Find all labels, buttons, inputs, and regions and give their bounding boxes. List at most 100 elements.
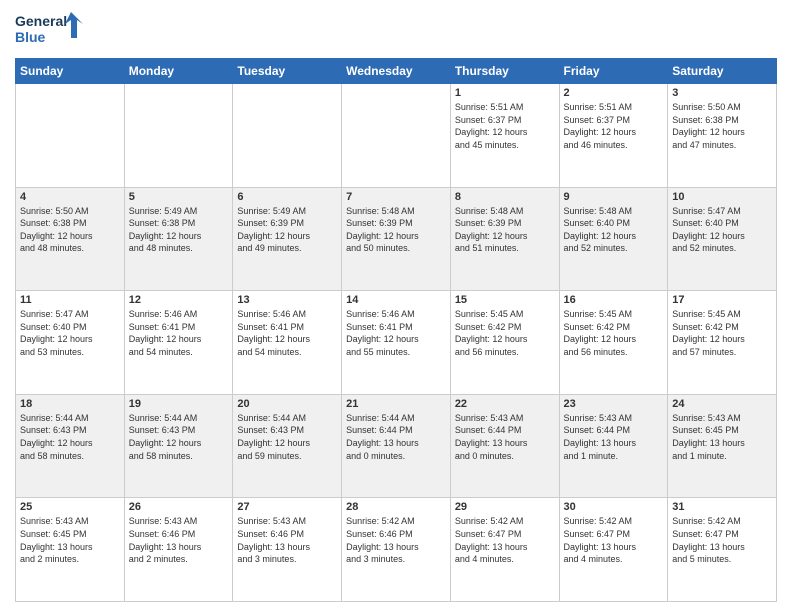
day-info: Sunrise: 5:44 AM Sunset: 6:43 PM Dayligh…	[20, 412, 120, 462]
day-info: Sunrise: 5:48 AM Sunset: 6:40 PM Dayligh…	[564, 205, 664, 255]
calendar-cell: 18 Sunrise: 5:44 AM Sunset: 6:43 PM Dayli…	[16, 394, 125, 498]
calendar-cell: 3Sunrise: 5:50 AM Sunset: 6:38 PM Daylig…	[668, 84, 777, 188]
calendar-cell: 14 Sunrise: 5:46 AM Sunset: 6:41 PM Dayli…	[342, 291, 451, 395]
calendar-cell	[16, 84, 125, 188]
calendar-cell: 22 Sunrise: 5:43 AM Sunset: 6:44 PM Dayli…	[450, 394, 559, 498]
day-header-thursday: Thursday	[450, 59, 559, 84]
day-number: 19	[129, 398, 229, 410]
day-info: Sunrise: 5:48 AM Sunset: 6:39 PM Dayligh…	[346, 205, 446, 255]
calendar-week-4: 18 Sunrise: 5:44 AM Sunset: 6:43 PM Dayli…	[16, 394, 777, 498]
day-info: Sunrise: 5:47 AM Sunset: 6:40 PM Dayligh…	[20, 308, 120, 358]
day-info: Sunrise: 5:50 AM Sunset: 6:38 PM Dayligh…	[20, 205, 120, 255]
calendar-table: SundayMondayTuesdayWednesdayThursdayFrid…	[15, 58, 777, 602]
day-info: Sunrise: 5:47 AM Sunset: 6:40 PM Dayligh…	[672, 205, 772, 255]
day-number: 16	[564, 294, 664, 306]
logo: General Blue	[15, 10, 85, 52]
svg-text:Blue: Blue	[15, 29, 46, 45]
calendar-cell: 12 Sunrise: 5:46 AM Sunset: 6:41 PM Dayli…	[124, 291, 233, 395]
day-info: Sunrise: 5:43 AM Sunset: 6:45 PM Dayligh…	[672, 412, 772, 462]
day-info: Sunrise: 5:45 AM Sunset: 6:42 PM Dayligh…	[672, 308, 772, 358]
day-header-friday: Friday	[559, 59, 668, 84]
calendar-cell: 28 Sunrise: 5:42 AM Sunset: 6:46 PM Dayli…	[342, 498, 451, 602]
day-info: Sunrise: 5:43 AM Sunset: 6:44 PM Dayligh…	[564, 412, 664, 462]
calendar-cell: 4 Sunrise: 5:50 AM Sunset: 6:38 PM Daylig…	[16, 187, 125, 291]
day-number: 1	[455, 87, 555, 99]
day-number: 27	[237, 501, 337, 513]
day-info: Sunrise: 5:51 AM Sunset: 6:37 PM Dayligh…	[455, 101, 555, 151]
day-number: 28	[346, 501, 446, 513]
day-header-sunday: Sunday	[16, 59, 125, 84]
day-number: 15	[455, 294, 555, 306]
calendar-cell: 19Sunrise: 5:44 AM Sunset: 6:43 PM Dayli…	[124, 394, 233, 498]
day-header-wednesday: Wednesday	[342, 59, 451, 84]
day-number: 5	[129, 191, 229, 203]
day-number: 4	[20, 191, 120, 203]
calendar-cell: 25 Sunrise: 5:43 AM Sunset: 6:45 PM Dayli…	[16, 498, 125, 602]
day-header-saturday: Saturday	[668, 59, 777, 84]
day-number: 21	[346, 398, 446, 410]
day-info: Sunrise: 5:46 AM Sunset: 6:41 PM Dayligh…	[346, 308, 446, 358]
generalblue-logo-icon: General Blue	[15, 10, 85, 52]
day-number: 18	[20, 398, 120, 410]
day-info: Sunrise: 5:43 AM Sunset: 6:44 PM Dayligh…	[455, 412, 555, 462]
day-number: 29	[455, 501, 555, 513]
day-info: Sunrise: 5:42 AM Sunset: 6:47 PM Dayligh…	[564, 515, 664, 565]
day-info: Sunrise: 5:42 AM Sunset: 6:46 PM Dayligh…	[346, 515, 446, 565]
day-info: Sunrise: 5:43 AM Sunset: 6:46 PM Dayligh…	[237, 515, 337, 565]
calendar-cell: 10 Sunrise: 5:47 AM Sunset: 6:40 PM Dayli…	[668, 187, 777, 291]
calendar-cell: 2 Sunrise: 5:51 AM Sunset: 6:37 PM Daylig…	[559, 84, 668, 188]
day-number: 14	[346, 294, 446, 306]
day-number: 25	[20, 501, 120, 513]
day-info: Sunrise: 5:46 AM Sunset: 6:41 PM Dayligh…	[237, 308, 337, 358]
day-info: Sunrise: 5:42 AM Sunset: 6:47 PM Dayligh…	[455, 515, 555, 565]
day-number: 13	[237, 294, 337, 306]
calendar-cell: 6 Sunrise: 5:49 AM Sunset: 6:39 PM Daylig…	[233, 187, 342, 291]
day-info: Sunrise: 5:42 AM Sunset: 6:47 PM Dayligh…	[672, 515, 772, 565]
calendar-cell: 30 Sunrise: 5:42 AM Sunset: 6:47 PM Dayli…	[559, 498, 668, 602]
svg-text:General: General	[15, 13, 67, 29]
calendar-cell: 24 Sunrise: 5:43 AM Sunset: 6:45 PM Dayli…	[668, 394, 777, 498]
day-info: Sunrise: 5:46 AM Sunset: 6:41 PM Dayligh…	[129, 308, 229, 358]
calendar-cell: 16 Sunrise: 5:45 AM Sunset: 6:42 PM Dayli…	[559, 291, 668, 395]
day-info: Sunrise: 5:44 AM Sunset: 6:43 PM Dayligh…	[237, 412, 337, 462]
day-number: 8	[455, 191, 555, 203]
day-info: Sunrise: 5:49 AM Sunset: 6:38 PM Dayligh…	[129, 205, 229, 255]
day-info: Sunrise: 5:44 AM Sunset: 6:44 PM Dayligh…	[346, 412, 446, 462]
calendar-cell: 7 Sunrise: 5:48 AM Sunset: 6:39 PM Daylig…	[342, 187, 451, 291]
day-number: 23	[564, 398, 664, 410]
day-number: 9	[564, 191, 664, 203]
calendar-cell: 15 Sunrise: 5:45 AM Sunset: 6:42 PM Dayli…	[450, 291, 559, 395]
page: General Blue SundayMondayTuesdayWednesda…	[0, 0, 792, 612]
calendar-cell: 13 Sunrise: 5:46 AM Sunset: 6:41 PM Dayli…	[233, 291, 342, 395]
calendar-week-5: 25 Sunrise: 5:43 AM Sunset: 6:45 PM Dayli…	[16, 498, 777, 602]
day-info: Sunrise: 5:45 AM Sunset: 6:42 PM Dayligh…	[564, 308, 664, 358]
day-number: 11	[20, 294, 120, 306]
calendar-cell	[124, 84, 233, 188]
day-number: 6	[237, 191, 337, 203]
day-number: 17	[672, 294, 772, 306]
day-info: Sunrise: 5:43 AM Sunset: 6:45 PM Dayligh…	[20, 515, 120, 565]
day-info: Sunrise: 5:51 AM Sunset: 6:37 PM Dayligh…	[564, 101, 664, 151]
calendar-cell	[233, 84, 342, 188]
day-number: 26	[129, 501, 229, 513]
calendar-cell: 5 Sunrise: 5:49 AM Sunset: 6:38 PM Daylig…	[124, 187, 233, 291]
day-number: 3	[672, 87, 772, 99]
day-number: 2	[564, 87, 664, 99]
day-number: 22	[455, 398, 555, 410]
day-info: Sunrise: 5:43 AM Sunset: 6:46 PM Dayligh…	[129, 515, 229, 565]
calendar-cell: 8Sunrise: 5:48 AM Sunset: 6:39 PM Daylig…	[450, 187, 559, 291]
day-info: Sunrise: 5:45 AM Sunset: 6:42 PM Dayligh…	[455, 308, 555, 358]
calendar-week-1: 1 Sunrise: 5:51 AM Sunset: 6:37 PM Daylig…	[16, 84, 777, 188]
day-info: Sunrise: 5:49 AM Sunset: 6:39 PM Dayligh…	[237, 205, 337, 255]
calendar-cell: 1 Sunrise: 5:51 AM Sunset: 6:37 PM Daylig…	[450, 84, 559, 188]
day-number: 10	[672, 191, 772, 203]
day-number: 20	[237, 398, 337, 410]
calendar-cell	[342, 84, 451, 188]
day-number: 30	[564, 501, 664, 513]
day-number: 12	[129, 294, 229, 306]
calendar-cell: 23 Sunrise: 5:43 AM Sunset: 6:44 PM Dayli…	[559, 394, 668, 498]
calendar-cell: 27 Sunrise: 5:43 AM Sunset: 6:46 PM Dayli…	[233, 498, 342, 602]
day-number: 24	[672, 398, 772, 410]
day-number: 7	[346, 191, 446, 203]
calendar-cell: 20 Sunrise: 5:44 AM Sunset: 6:43 PM Dayli…	[233, 394, 342, 498]
